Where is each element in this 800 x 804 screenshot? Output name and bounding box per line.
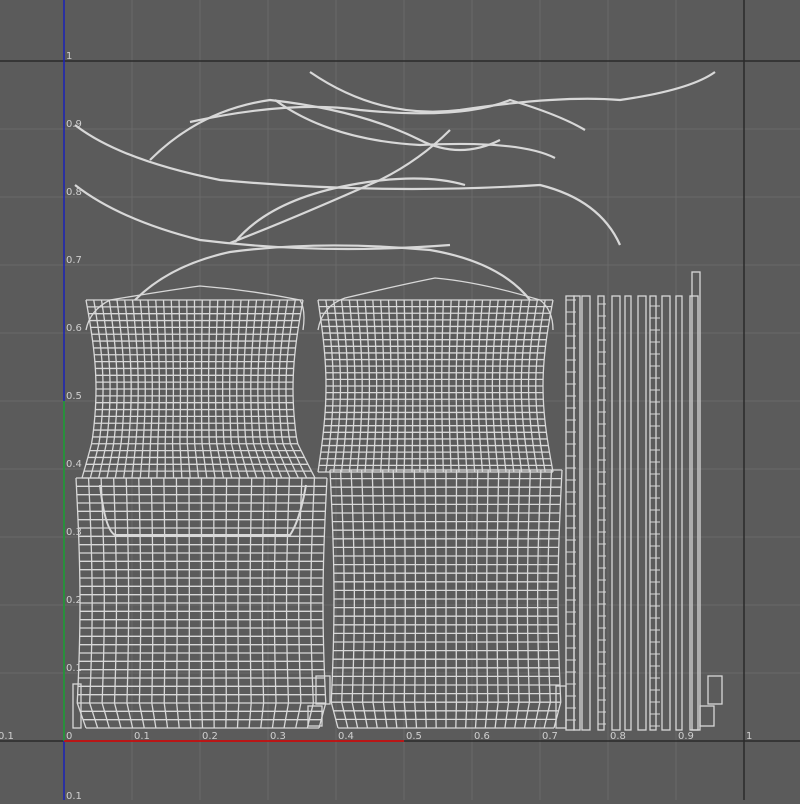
v-tick-label: 0.3 — [66, 527, 82, 538]
small-uv-piece[interactable] — [707, 675, 723, 705]
u-tick-label: 0.5 — [406, 731, 422, 742]
v-tick-label: 0.6 — [66, 323, 82, 334]
uv-grid — [0, 0, 800, 800]
v-tick-label: 0.7 — [66, 255, 82, 266]
hair-strand-curve[interactable] — [309, 71, 716, 113]
v-tick-label: 0.9 — [66, 119, 82, 130]
v-tick-label: 1 — [66, 51, 72, 62]
upper-left-shell-wire — [81, 299, 316, 479]
lower-right-shell[interactable] — [329, 469, 563, 729]
strip-column[interactable] — [581, 295, 591, 731]
v-tick-label-bottom: 0.1 — [66, 791, 82, 800]
strip-column[interactable] — [597, 295, 605, 731]
strip-column[interactable] — [624, 295, 632, 731]
strip-column[interactable] — [573, 295, 581, 731]
small-uv-piece[interactable] — [699, 705, 715, 727]
strip-column[interactable] — [649, 295, 657, 731]
hair-strand-curve[interactable] — [134, 244, 531, 301]
strip-shell[interactable] — [565, 271, 701, 731]
curve-shells[interactable] — [74, 71, 716, 301]
hair-strand-curve[interactable] — [149, 98, 501, 161]
upper-right-shell[interactable] — [317, 299, 554, 473]
small-uv-piece[interactable] — [72, 683, 82, 729]
strip-column[interactable] — [661, 295, 671, 731]
strip-column[interactable] — [675, 295, 683, 731]
small-uv-piece[interactable] — [315, 675, 331, 705]
uv-shells[interactable] — [72, 271, 723, 731]
uv-editor-viewport[interactable]: 0.1 0 0.1 0.2 0.3 0.4 0.5 0.6 0.7 0.8 0.9 1 1 0.9 0.8 0… — [0, 0, 800, 802]
u-tick-label: 0.6 — [474, 731, 490, 742]
strip-column[interactable] — [637, 295, 647, 731]
v-tick-label: 0.1 — [66, 663, 82, 674]
lower-right-shell-wire — [329, 469, 563, 729]
lower-left-shell-wire — [75, 477, 328, 729]
u-tick-label: 0.4 — [338, 731, 354, 742]
u-tick-label: 0.1 — [134, 731, 150, 742]
u-tick-label: 0.1 — [0, 731, 14, 742]
upper-left-shell[interactable] — [81, 299, 316, 479]
u-tick-label: 0 — [66, 731, 72, 742]
strip-tall-column[interactable] — [691, 271, 701, 731]
v-tick-label: 0.2 — [66, 595, 82, 606]
u-tick-label: 0.2 — [202, 731, 218, 742]
v-tick-label: 0.8 — [66, 187, 82, 198]
small-uv-piece[interactable] — [555, 685, 567, 729]
u-tick-label: 1 — [746, 731, 752, 742]
v-tick-label: 0.5 — [66, 391, 82, 402]
uv-canvas[interactable]: 0.1 0 0.1 0.2 0.3 0.4 0.5 0.6 0.7 0.8 0.9 1 1 0.9 0.8 0… — [0, 0, 800, 802]
strip-column[interactable] — [689, 295, 699, 731]
lower-left-shell[interactable] — [75, 477, 328, 729]
u-tick-label: 0.3 — [270, 731, 286, 742]
u-tick-label: 0.7 — [542, 731, 558, 742]
v-tick-label: 0.4 — [66, 459, 82, 470]
u-tick-label: 0.8 — [610, 731, 626, 742]
strip-column[interactable] — [565, 295, 575, 731]
u-tick-label: 0.9 — [678, 731, 694, 742]
strip-column[interactable] — [611, 295, 621, 731]
upper-right-shell-wire — [317, 299, 554, 473]
